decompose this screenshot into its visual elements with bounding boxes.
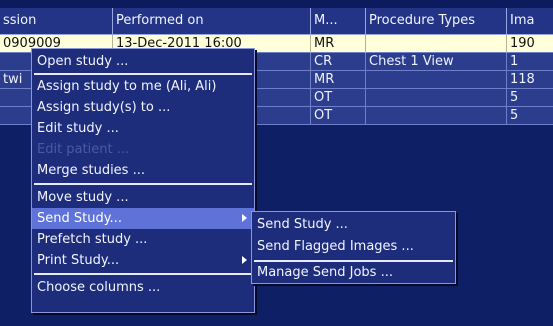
menu-item-choose-columns[interactable]: Choose columns ... [32, 277, 254, 298]
menu-item-edit-study[interactable]: Edit study ... [32, 118, 254, 139]
menu-item-merge-studies[interactable]: Merge studies ... [32, 160, 254, 181]
submenu-arrow-icon [242, 256, 247, 264]
submenu-item-send-study[interactable]: Send Study ... [252, 214, 455, 236]
menu-separator [34, 183, 252, 185]
submenu-item-send-flagged-images[interactable]: Send Flagged Images ... [252, 236, 455, 258]
column-header-procedure-types[interactable]: Procedure Types [366, 8, 507, 34]
context-menu: Open study ... Assign study to me (Ali, … [31, 48, 255, 313]
cell-procedure-types [366, 89, 507, 107]
menu-separator [34, 273, 252, 275]
column-header-performed-on[interactable]: Performed on [113, 8, 311, 34]
cell-images: 1 [510, 54, 519, 69]
submenu-item-manage-send-jobs[interactable]: Manage Send Jobs ... [252, 262, 455, 284]
cell-images: 5 [510, 108, 519, 123]
column-header-session[interactable]: ssion [0, 8, 113, 34]
cell-images: 5 [510, 90, 519, 105]
cell-modality: MR [311, 35, 366, 53]
cell-procedure-types [366, 35, 507, 53]
cell-images: 118 [510, 72, 535, 87]
cell-procedure-types [366, 107, 507, 125]
cell-modality: CR [311, 53, 366, 71]
cell-procedure-types [366, 71, 507, 89]
menu-item-send-study[interactable]: Send Study... [32, 208, 254, 229]
menu-separator [34, 73, 252, 75]
menu-item-send-study-label: Send Study... [37, 211, 122, 226]
cell-modality: OT [311, 107, 366, 125]
menu-item-edit-patient: Edit patient ... [37, 142, 130, 157]
table-header: ssion Performed on M... Procedure Types … [0, 8, 553, 35]
menu-item-print-study[interactable]: Print Study... [32, 250, 254, 271]
cell-modality: OT [311, 89, 366, 107]
menu-item-assign-studies-to[interactable]: Assign study(s) to ... [32, 97, 254, 118]
submenu-arrow-icon [242, 214, 247, 222]
menu-item-assign-study-to-me[interactable]: Assign study to me (Ali, Ali) [32, 76, 254, 97]
send-study-submenu: Send Study ... Send Flagged Images ... M… [251, 211, 456, 284]
cell-modality: MR [311, 71, 366, 89]
menu-item-print-study-label: Print Study... [37, 253, 120, 268]
menu-item-move-study[interactable]: Move study ... [32, 187, 254, 208]
cell-procedure-types: Chest 1 View [366, 53, 507, 71]
column-header-modality[interactable]: M... [311, 8, 366, 34]
cell-images: 190 [510, 36, 535, 51]
column-header-images[interactable]: Ima [507, 8, 553, 34]
menu-item-open-study[interactable]: Open study ... [32, 51, 254, 72]
menu-item-prefetch-study[interactable]: Prefetch study ... [32, 229, 254, 250]
